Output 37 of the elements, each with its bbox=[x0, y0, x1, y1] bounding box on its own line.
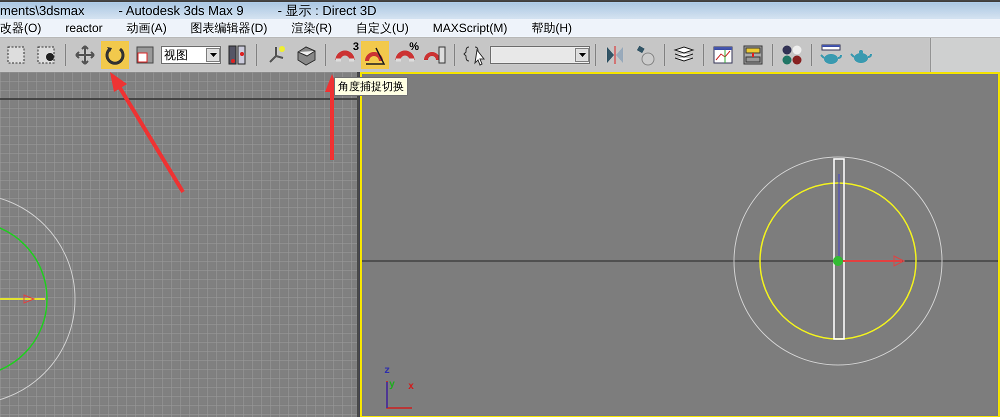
axis-label: z bbox=[384, 366, 390, 376]
tooltip: 角度捕捉切换 bbox=[334, 77, 408, 96]
window-title: - Autodesk 3ds Max 9 bbox=[118, 2, 244, 19]
dropdown[interactable] bbox=[490, 46, 590, 64]
menu-item[interactable]: 帮助(H) bbox=[531, 19, 572, 37]
toolbar-button[interactable] bbox=[361, 41, 389, 69]
menu-item[interactable]: 图表编辑器(D) bbox=[190, 19, 268, 37]
menu-item[interactable]: 自定义(U) bbox=[356, 19, 409, 37]
toolbar-button[interactable]: 3 bbox=[331, 41, 359, 69]
schematic-icon bbox=[742, 44, 764, 66]
marquee-icon bbox=[5, 44, 27, 66]
braces-cursor-icon bbox=[463, 44, 485, 66]
axis-label: y bbox=[389, 380, 396, 390]
window-title: ments\3dsmax bbox=[0, 2, 85, 19]
move-icon bbox=[74, 44, 96, 66]
spinner-snap-icon bbox=[424, 44, 446, 66]
axis-arrow bbox=[0, 294, 45, 304]
caret-icon bbox=[210, 53, 216, 57]
toolbar-button[interactable] bbox=[101, 41, 129, 69]
toolbar-button[interactable]: % bbox=[391, 41, 419, 69]
axis-label: x bbox=[408, 382, 414, 392]
teapot-icon bbox=[820, 44, 842, 66]
select-by-name-icon bbox=[35, 44, 57, 66]
rotate-icon bbox=[104, 44, 126, 66]
mirror-icon bbox=[604, 44, 626, 66]
curve-editor-icon bbox=[712, 44, 734, 66]
menu-item[interactable]: 渲染(R) bbox=[291, 19, 332, 37]
material-spheres-icon bbox=[781, 44, 803, 66]
scale-icon bbox=[134, 44, 156, 66]
dropdown[interactable]: 视图 bbox=[161, 46, 221, 64]
window-title: - 显示 : Direct 3D bbox=[278, 2, 377, 19]
menu-item[interactable]: MAXScript(M) bbox=[432, 19, 508, 37]
caret-icon bbox=[578, 53, 586, 57]
menu-item[interactable]: 改器(O) bbox=[0, 19, 42, 37]
box-icon bbox=[295, 44, 317, 66]
menu-item[interactable]: reactor bbox=[65, 19, 103, 37]
menu-item[interactable]: 动画(A) bbox=[126, 19, 167, 37]
